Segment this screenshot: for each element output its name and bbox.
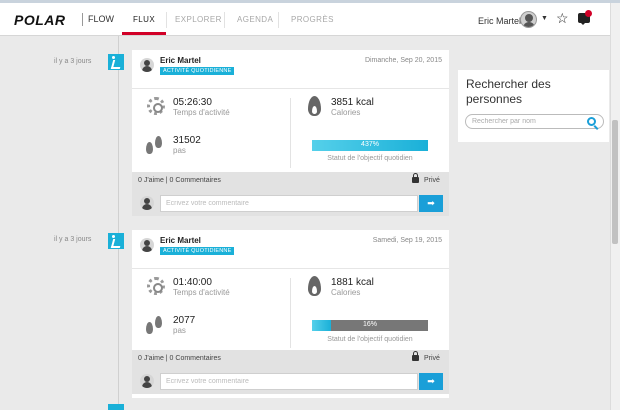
author-name[interactable]: Eric Martel (160, 56, 201, 65)
calories-label: Calories (331, 288, 361, 297)
notification-dot (585, 10, 592, 17)
goal-percent: 437% (361, 141, 379, 148)
footsteps-icon (145, 134, 165, 156)
send-comment-button[interactable]: ➡ (419, 195, 443, 212)
activity-type-badge: ACTIVITÉ QUOTIDIENNE (160, 67, 235, 75)
arrow-right-icon: ➡ (427, 376, 435, 386)
likes-comments-count[interactable]: 0 J'aime | 0 Commentaires (138, 355, 221, 362)
polar-logo[interactable]: POLAR (14, 12, 66, 28)
flow-product-label[interactable]: FLOW (88, 14, 114, 24)
steps-value: 31502 (173, 135, 201, 146)
arrow-right-icon: ➡ (427, 198, 435, 208)
avatar (140, 196, 154, 210)
avatar (140, 374, 154, 388)
time-ago-label: il y a 3 jours (54, 236, 92, 243)
timeline-line (118, 36, 119, 410)
calories-label: Calories (331, 108, 361, 117)
activity-type-badge: ACTIVITÉ QUOTIDIENNE (160, 247, 235, 255)
lock-icon (412, 351, 419, 361)
tab-progres[interactable]: PROGRÈS (291, 15, 334, 24)
flame-icon (308, 276, 321, 296)
lock-icon (412, 173, 419, 183)
scrollbar-thumb[interactable] (612, 120, 618, 244)
nav-separator (224, 12, 225, 28)
daily-activity-icon[interactable] (108, 54, 124, 70)
flame-icon (308, 96, 321, 116)
goal-status-label: Statut de l'objectif quotidien (327, 155, 413, 162)
top-navigation-bar: POLAR FLOW FLUX EXPLORER AGENDA PROGRÈS … (0, 3, 610, 36)
search-input[interactable] (465, 114, 604, 129)
chevron-down-icon[interactable]: ▼ (541, 15, 548, 22)
tab-explorer[interactable]: EXPLORER (175, 15, 222, 24)
author-name[interactable]: Eric Martel (160, 236, 201, 245)
card-header: Eric Martel ACTIVITÉ QUOTIDIENNE Samedi,… (132, 230, 449, 270)
goal-progress-bar: 16% (312, 320, 428, 331)
calories-value: 1881 kcal (331, 277, 374, 288)
goal-status-label: Statut de l'objectif quotidien (327, 336, 413, 343)
activity-date: Samedi, Sep 19, 2015 (372, 237, 442, 244)
card-social-bar: 0 J'aime | 0 Commentaires Privé (132, 172, 449, 190)
star-icon[interactable]: ☆ (556, 11, 569, 25)
goal-progress-bar: 437% (312, 140, 428, 151)
nav-separator (278, 12, 279, 28)
activity-time-label: Temps d'activité (173, 288, 230, 297)
user-name[interactable]: Eric Martel (478, 16, 521, 26)
activity-time-label: Temps d'activité (173, 108, 230, 117)
comment-row: ➡ (132, 190, 449, 216)
activity-date: Dimanche, Sep 20, 2015 (364, 57, 442, 64)
calories-value: 3851 kcal (331, 97, 374, 108)
nav-separator (166, 12, 167, 28)
daily-activity-icon[interactable] (108, 233, 124, 249)
avatar[interactable] (140, 238, 154, 252)
avatar[interactable] (520, 11, 537, 28)
activity-card: Eric Martel ACTIVITÉ QUOTIDIENNE Dimanch… (132, 50, 449, 216)
steps-label: pas (173, 326, 186, 335)
activity-ring-icon (147, 97, 165, 115)
people-search-panel: Rechercher des personnes (458, 70, 609, 142)
avatar[interactable] (140, 58, 154, 72)
activity-time-value: 01:40:00 (173, 277, 212, 288)
tab-agenda[interactable]: AGENDA (237, 15, 273, 24)
tab-flux[interactable]: FLUX (133, 15, 155, 24)
divider (290, 278, 291, 348)
card-social-bar: 0 J'aime | 0 Commentaires Privé (132, 350, 449, 368)
comment-input[interactable] (160, 373, 418, 390)
card-header: Eric Martel ACTIVITÉ QUOTIDIENNE Dimanch… (132, 50, 449, 90)
activity-time-value: 05:26:30 (173, 97, 212, 108)
divider (290, 98, 291, 168)
logo-separator (82, 13, 83, 26)
time-ago-label: il y a 3 jours (54, 58, 92, 65)
privacy-label: Privé (424, 177, 440, 184)
privacy-label: Privé (424, 355, 440, 362)
activity-card: Eric Martel ACTIVITÉ QUOTIDIENNE Samedi,… (132, 230, 449, 398)
comment-row: ➡ (132, 368, 449, 394)
goal-percent: 16% (362, 321, 377, 328)
steps-value: 2077 (173, 315, 196, 326)
activity-ring-icon (147, 277, 165, 295)
footsteps-icon (145, 314, 165, 336)
search-panel-title: Rechercher des personnes (466, 77, 551, 106)
daily-activity-icon[interactable] (108, 404, 124, 410)
search-icon[interactable] (587, 117, 596, 126)
comment-input[interactable] (160, 195, 418, 212)
send-comment-button[interactable]: ➡ (419, 373, 443, 390)
divider (132, 88, 449, 89)
divider (132, 268, 449, 269)
likes-comments-count[interactable]: 0 J'aime | 0 Commentaires (138, 177, 221, 184)
steps-label: pas (173, 146, 186, 155)
active-tab-indicator (122, 32, 166, 35)
